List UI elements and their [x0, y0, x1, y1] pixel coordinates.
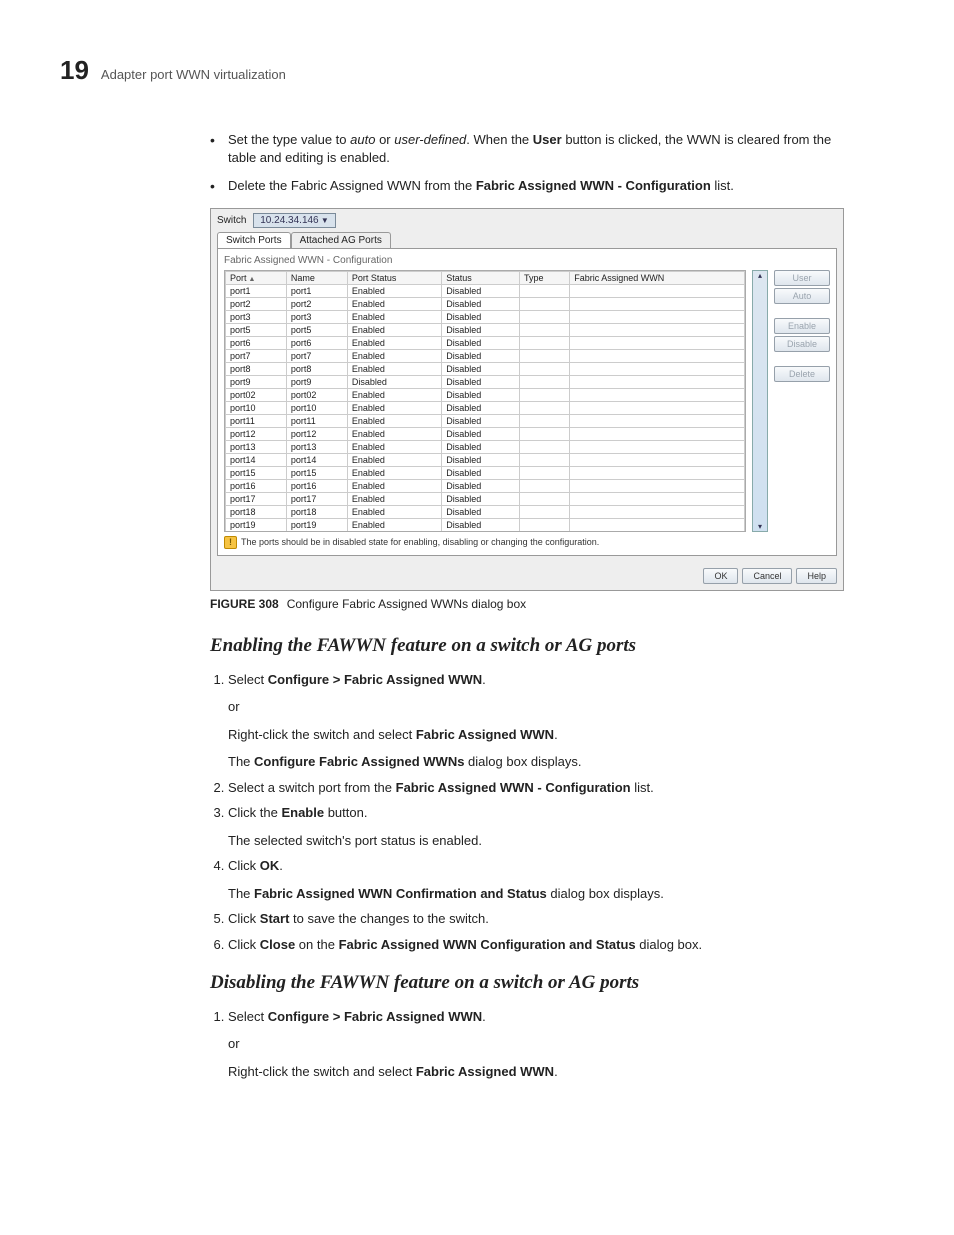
column-header[interactable]: Type: [519, 271, 569, 284]
section-heading: Disabling the FAWWN feature on a switch …: [210, 972, 844, 994]
user-button[interactable]: User: [774, 270, 830, 286]
table-row[interactable]: port13port13EnabledDisabled: [226, 440, 745, 453]
disable-button[interactable]: Disable: [774, 336, 830, 352]
section-title: Adapter port WWN virtualization: [101, 67, 286, 82]
table-row[interactable]: port1port1EnabledDisabled: [226, 284, 745, 297]
scroll-down-icon[interactable]: ▾: [758, 522, 762, 531]
table-row[interactable]: port15port15EnabledDisabled: [226, 466, 745, 479]
table-row[interactable]: port20port20EnabledDisabled: [226, 531, 745, 532]
ok-button[interactable]: OK: [703, 568, 738, 584]
table-row[interactable]: port17port17EnabledDisabled: [226, 492, 745, 505]
table-row[interactable]: port7port7EnabledDisabled: [226, 349, 745, 362]
table-row[interactable]: port6port6EnabledDisabled: [226, 336, 745, 349]
enable-steps: Select Configure > Fabric Assigned WWN. …: [210, 671, 844, 954]
note-bar: The ports should be in disabled state fo…: [224, 536, 830, 549]
list-item: Click Start to save the changes to the s…: [228, 910, 844, 928]
list-item: Click the Enable button. The selected sw…: [228, 804, 844, 849]
panel-title: Fabric Assigned WWN - Configuration: [224, 255, 830, 266]
table-row[interactable]: port5port5EnabledDisabled: [226, 323, 745, 336]
auto-button[interactable]: Auto: [774, 288, 830, 304]
table-row[interactable]: port19port19EnabledDisabled: [226, 518, 745, 531]
table-row[interactable]: port16port16EnabledDisabled: [226, 479, 745, 492]
table-row[interactable]: port02port02EnabledDisabled: [226, 388, 745, 401]
table-row[interactable]: port14port14EnabledDisabled: [226, 453, 745, 466]
table-row[interactable]: port18port18EnabledDisabled: [226, 505, 745, 518]
help-button[interactable]: Help: [796, 568, 837, 584]
list-item: Select Configure > Fabric Assigned WWN. …: [228, 671, 844, 771]
list-item: Click Close on the Fabric Assigned WWN C…: [228, 936, 844, 954]
table-row[interactable]: port3port3EnabledDisabled: [226, 310, 745, 323]
column-header[interactable]: Port Status: [347, 271, 441, 284]
list-item: Select Configure > Fabric Assigned WWN. …: [228, 1008, 844, 1081]
table-row[interactable]: port2port2EnabledDisabled: [226, 297, 745, 310]
scrollbar[interactable]: ▴ ▾: [752, 270, 768, 532]
disable-steps: Select Configure > Fabric Assigned WWN. …: [210, 1008, 844, 1081]
table-row[interactable]: port9port9DisabledDisabled: [226, 375, 745, 388]
config-table[interactable]: PortNamePort StatusStatusTypeFabric Assi…: [224, 270, 746, 532]
dialog-figure: Switch 10.24.34.146 Switch Ports Attache…: [210, 208, 844, 591]
column-header[interactable]: Name: [286, 271, 347, 284]
page-number: 19: [60, 55, 89, 86]
list-item: Click OK. The Fabric Assigned WWN Confir…: [228, 857, 844, 902]
table-row[interactable]: port12port12EnabledDisabled: [226, 427, 745, 440]
intro-bullet-list: Set the type value to auto or user-defin…: [210, 131, 844, 196]
tab-switch-ports[interactable]: Switch Ports: [217, 232, 291, 248]
tab-attached-ag-ports[interactable]: Attached AG Ports: [291, 232, 391, 248]
table-row[interactable]: port11port11EnabledDisabled: [226, 414, 745, 427]
column-header[interactable]: Fabric Assigned WWN: [570, 271, 745, 284]
page-header: 19 Adapter port WWN virtualization: [60, 55, 894, 86]
delete-button[interactable]: Delete: [774, 366, 830, 382]
switch-label: Switch: [217, 215, 246, 226]
list-item: Set the type value to auto or user-defin…: [210, 131, 844, 167]
section-heading: Enabling the FAWWN feature on a switch o…: [210, 635, 844, 657]
list-item: Delete the Fabric Assigned WWN from the …: [210, 177, 844, 195]
switch-dropdown[interactable]: 10.24.34.146: [253, 213, 336, 228]
table-row[interactable]: port10port10EnabledDisabled: [226, 401, 745, 414]
scroll-up-icon[interactable]: ▴: [758, 271, 762, 280]
enable-button[interactable]: Enable: [774, 318, 830, 334]
figure-caption: FIGURE 308Configure Fabric Assigned WWNs…: [210, 597, 844, 611]
warning-icon: [224, 536, 237, 549]
cancel-button[interactable]: Cancel: [742, 568, 792, 584]
column-header[interactable]: Port: [226, 271, 287, 284]
list-item: Select a switch port from the Fabric Ass…: [228, 779, 844, 797]
column-header[interactable]: Status: [442, 271, 520, 284]
table-row[interactable]: port8port8EnabledDisabled: [226, 362, 745, 375]
